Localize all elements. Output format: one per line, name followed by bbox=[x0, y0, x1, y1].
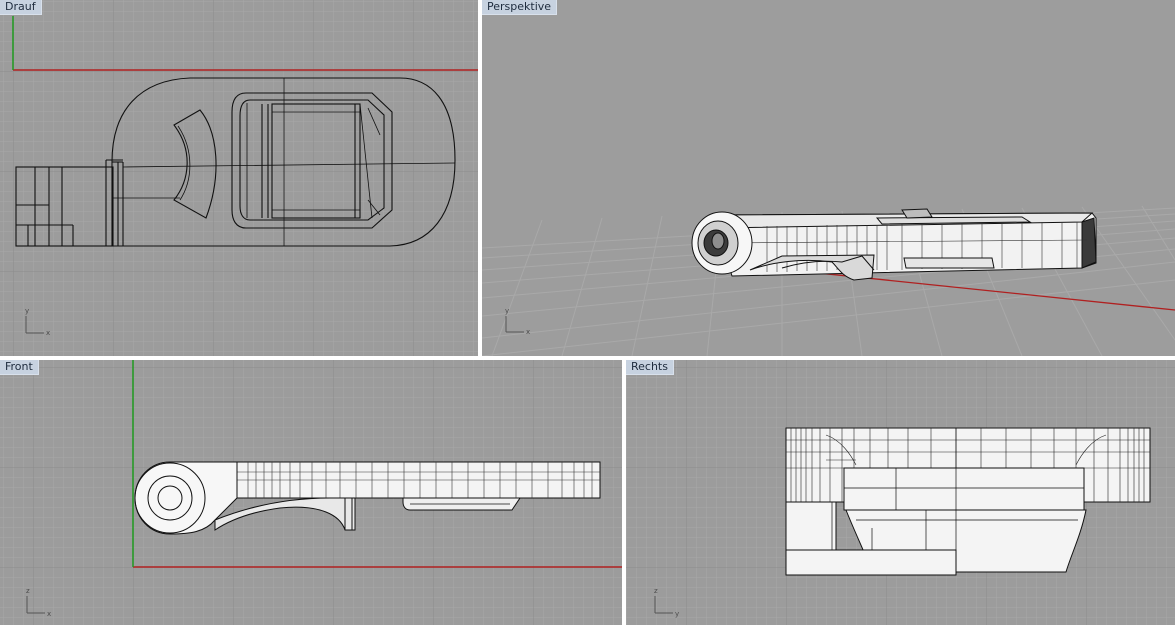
front-view-canvas: z x bbox=[0, 360, 622, 625]
viewport-perspective[interactable]: Perspektive y x bbox=[482, 0, 1175, 356]
axis-label-h-front: x bbox=[47, 610, 51, 618]
axis-label-h-perspective: x bbox=[526, 328, 530, 336]
axis-label-v-top: y bbox=[25, 307, 29, 315]
axis-label-v-right: z bbox=[654, 587, 658, 595]
viewport-label-front[interactable]: Front bbox=[0, 360, 39, 375]
perspective-view-canvas: y x bbox=[482, 0, 1175, 356]
viewport-right[interactable]: Rechts z y bbox=[626, 360, 1175, 625]
axis-label-h-right: y bbox=[675, 610, 679, 618]
viewport-front[interactable]: Front z x bbox=[0, 360, 622, 625]
viewport-top[interactable]: Drauf y x bbox=[0, 0, 478, 356]
axis-label-v-front: z bbox=[26, 587, 30, 595]
axis-label-h-top: x bbox=[46, 329, 50, 337]
viewport-label-perspective[interactable]: Perspektive bbox=[482, 0, 558, 15]
part-shaded-perspective bbox=[691, 208, 1097, 281]
viewport-label-right[interactable]: Rechts bbox=[626, 360, 674, 375]
top-view-canvas: y x bbox=[0, 0, 478, 356]
axis-label-v-perspective: y bbox=[505, 307, 509, 315]
right-view-canvas: z y bbox=[626, 360, 1175, 625]
viewport-label-top[interactable]: Drauf bbox=[0, 0, 42, 15]
